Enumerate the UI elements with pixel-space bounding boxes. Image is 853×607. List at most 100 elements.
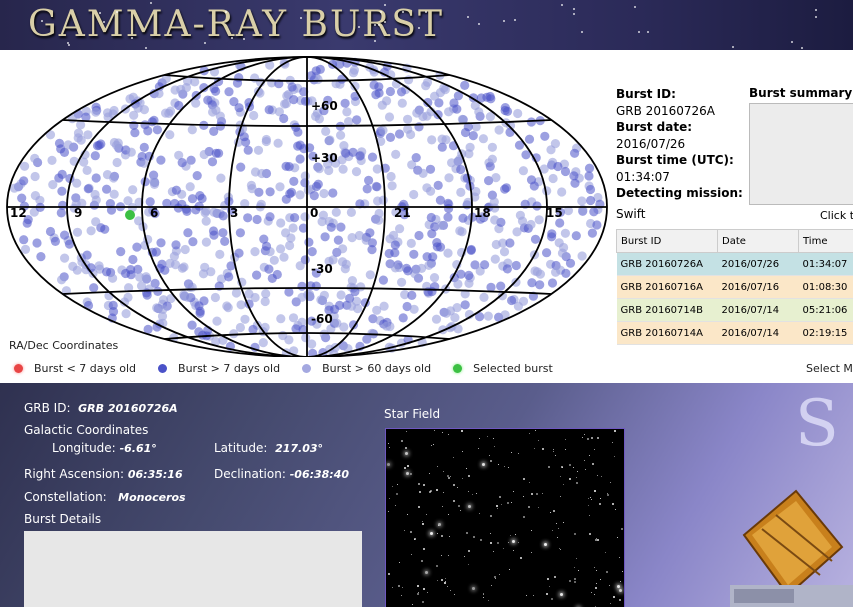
burst-marker[interactable] <box>406 238 416 248</box>
burst-marker[interactable] <box>553 161 563 172</box>
burst-marker[interactable] <box>112 157 122 168</box>
burst-marker[interactable] <box>542 248 552 258</box>
burst-marker[interactable] <box>109 137 119 148</box>
burst-marker[interactable] <box>474 107 484 117</box>
burst-marker[interactable] <box>94 261 104 271</box>
burst-marker[interactable] <box>128 185 138 195</box>
burst-marker[interactable] <box>367 152 378 162</box>
burst-marker[interactable] <box>340 98 350 108</box>
burst-marker[interactable] <box>276 244 286 254</box>
burst-marker[interactable] <box>231 288 241 298</box>
burst-marker[interactable] <box>58 200 68 210</box>
burst-marker[interactable] <box>487 142 497 152</box>
burst-marker[interactable] <box>346 207 356 217</box>
burst-marker[interactable] <box>526 117 537 127</box>
burst-marker[interactable] <box>68 261 78 271</box>
burst-marker[interactable] <box>108 109 118 119</box>
burst-marker[interactable] <box>247 184 257 194</box>
burst-marker[interactable] <box>100 224 110 234</box>
burst-marker[interactable] <box>220 236 230 246</box>
burst-marker[interactable] <box>479 292 489 302</box>
burst-marker[interactable] <box>437 134 447 144</box>
burst-marker[interactable] <box>218 211 228 221</box>
burst-marker[interactable] <box>490 215 500 225</box>
burst-marker[interactable] <box>133 264 143 274</box>
burst-marker[interactable] <box>235 228 245 238</box>
burst-marker[interactable] <box>457 114 467 124</box>
burst-marker[interactable] <box>265 212 275 222</box>
burst-marker[interactable] <box>108 300 118 310</box>
burst-marker[interactable] <box>258 338 268 348</box>
burst-marker[interactable] <box>209 207 219 217</box>
burst-marker[interactable] <box>458 213 468 223</box>
burst-marker[interactable] <box>444 173 454 183</box>
burst-marker[interactable] <box>464 270 474 280</box>
burst-marker[interactable] <box>387 181 397 191</box>
burst-marker[interactable] <box>397 98 407 108</box>
burst-marker[interactable] <box>511 260 521 271</box>
burst-marker[interactable] <box>165 130 175 140</box>
burst-marker[interactable] <box>431 314 442 324</box>
burst-marker[interactable] <box>403 124 413 134</box>
burst-marker[interactable] <box>139 142 149 152</box>
burst-marker[interactable] <box>409 189 419 200</box>
burst-marker[interactable] <box>30 153 40 163</box>
burst-marker[interactable] <box>252 214 262 225</box>
burst-marker[interactable] <box>265 187 275 197</box>
burst-marker[interactable] <box>372 182 382 192</box>
burst-marker[interactable] <box>491 239 501 250</box>
burst-marker[interactable] <box>505 238 515 248</box>
burst-marker[interactable] <box>19 235 29 245</box>
burst-marker[interactable] <box>548 173 558 184</box>
burst-marker[interactable] <box>239 132 249 142</box>
burst-marker[interactable] <box>142 290 152 300</box>
burst-marker[interactable] <box>244 289 254 299</box>
burst-marker[interactable] <box>109 189 119 199</box>
burst-marker[interactable] <box>19 176 29 186</box>
burst-marker[interactable] <box>54 138 65 148</box>
burst-marker[interactable] <box>215 249 225 259</box>
burst-marker[interactable] <box>216 173 226 183</box>
burst-marker[interactable] <box>412 108 422 118</box>
burst-marker[interactable] <box>83 184 93 194</box>
burst-marker[interactable] <box>483 311 493 321</box>
burst-marker[interactable] <box>261 241 272 251</box>
burst-marker[interactable] <box>208 107 218 117</box>
burst-marker[interactable] <box>135 272 145 282</box>
burst-marker[interactable] <box>171 185 181 195</box>
burst-marker[interactable] <box>547 278 558 288</box>
burst-marker[interactable] <box>218 228 228 238</box>
burst-marker[interactable] <box>347 276 357 286</box>
burst-marker[interactable] <box>152 125 162 135</box>
burst-marker[interactable] <box>389 230 399 240</box>
column-header-date[interactable]: Date <box>717 229 799 253</box>
burst-marker[interactable] <box>289 95 299 105</box>
burst-marker[interactable] <box>570 178 580 188</box>
burst-marker[interactable] <box>390 248 400 258</box>
burst-marker[interactable] <box>480 260 490 270</box>
burst-marker[interactable] <box>540 131 550 141</box>
burst-marker[interactable] <box>535 280 545 290</box>
burst-marker[interactable] <box>586 195 596 206</box>
burst-marker[interactable] <box>314 164 324 174</box>
burst-marker[interactable] <box>361 235 371 245</box>
burst-marker[interactable] <box>116 247 126 257</box>
burst-marker[interactable] <box>584 171 594 181</box>
burst-marker[interactable] <box>325 135 335 145</box>
burst-marker[interactable] <box>91 173 101 183</box>
burst-marker[interactable] <box>17 193 27 203</box>
burst-marker[interactable] <box>524 134 535 144</box>
burst-marker[interactable] <box>532 201 542 211</box>
sky-map[interactable]: +60 +30 -30 -60 12 9 6 3 0 21 18 15 <box>4 52 610 357</box>
burst-marker[interactable] <box>338 164 348 174</box>
burst-marker[interactable] <box>269 255 279 265</box>
burst-marker[interactable] <box>211 148 221 158</box>
burst-marker[interactable] <box>565 258 576 268</box>
burst-marker[interactable] <box>517 216 528 226</box>
burst-marker[interactable] <box>320 232 330 242</box>
burst-marker[interactable] <box>72 227 83 237</box>
burst-marker[interactable] <box>60 230 70 240</box>
burst-marker[interactable] <box>338 244 348 254</box>
burst-marker[interactable] <box>183 228 193 238</box>
burst-marker[interactable] <box>289 176 299 186</box>
